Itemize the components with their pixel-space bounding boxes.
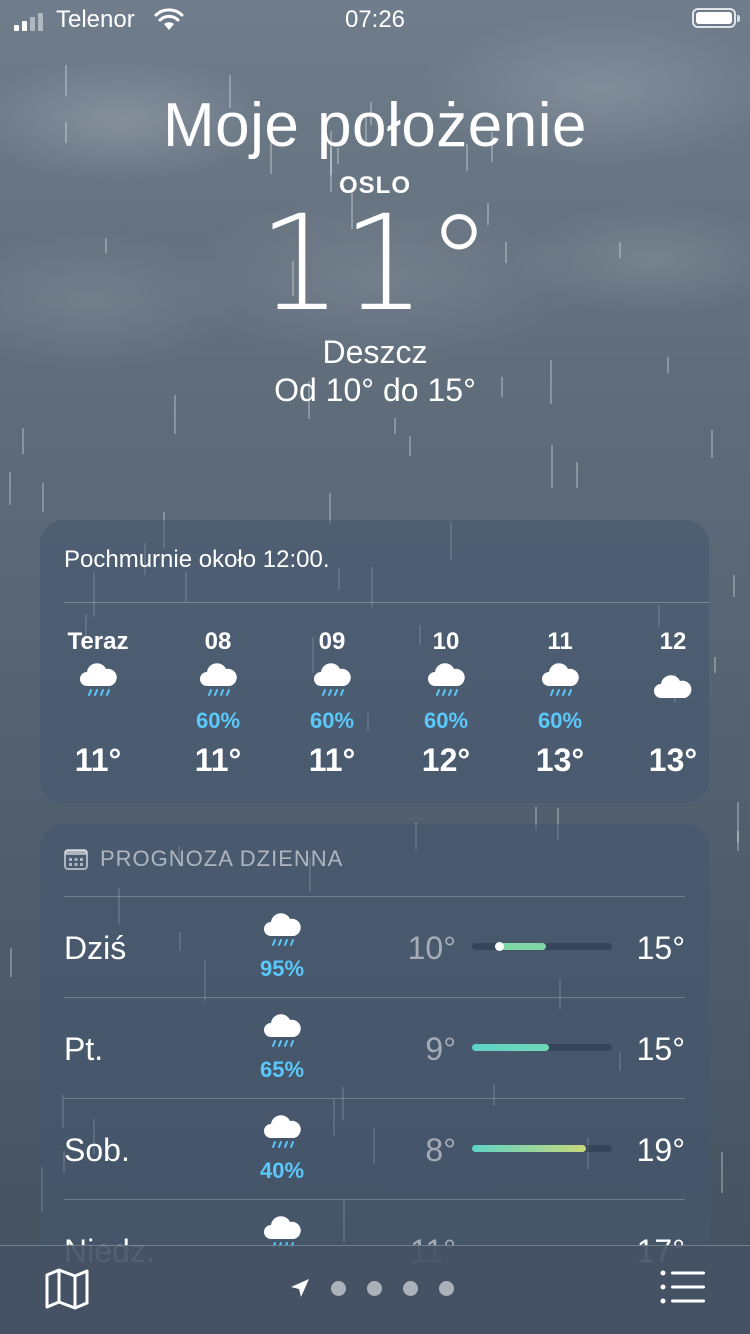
cloud-icon — [653, 672, 693, 712]
status-bar: Telenor 07:26 — [0, 0, 750, 40]
hour-temperature: 13° — [535, 742, 585, 778]
low-temperature: 9° — [425, 1031, 456, 1067]
list-icon[interactable] — [660, 1270, 706, 1304]
hour-label: 10 — [432, 628, 460, 655]
hourly-forecast-card[interactable]: Pochmurnie około 12:00. Teraz 11° 08 60%… — [40, 520, 709, 803]
hour-label: 12 — [659, 628, 687, 655]
high-temperature: 15° — [636, 1031, 685, 1067]
hour-label: 11 — [547, 628, 573, 655]
low-temperature: 10° — [407, 930, 456, 966]
precip-chance: 95% — [259, 956, 305, 981]
rain-cloud-icon — [198, 662, 238, 702]
precip-chance: 65% — [259, 1057, 305, 1082]
rain-cloud-icon — [540, 662, 580, 702]
page-dot[interactable] — [367, 1280, 382, 1296]
rain-cloud-icon — [262, 1013, 302, 1053]
high-temperature: 19° — [636, 1132, 685, 1168]
precip-chance: 60% — [195, 708, 241, 733]
rain-cloud-icon — [426, 662, 466, 702]
temperature-range: Od 10° do 15° — [274, 372, 476, 408]
hourly-summary: Pochmurnie około 12:00. — [64, 546, 330, 573]
status-time: 07:26 — [344, 6, 406, 33]
temperature-range-bar — [472, 942, 612, 951]
rain-cloud-icon — [312, 662, 352, 702]
day-label: Sob. — [64, 1132, 130, 1168]
location-arrow-icon — [291, 1279, 309, 1297]
rain-cloud-icon — [78, 662, 118, 702]
daily-forecast-title: PROGNOZA DZIENNA — [100, 846, 344, 871]
day-label: Pt. — [64, 1031, 104, 1067]
hour-label: Teraz — [67, 628, 129, 655]
hour-temperature: 11° — [74, 742, 122, 778]
location-title: Moje położenie — [162, 91, 588, 160]
hour-temperature: 11° — [194, 742, 242, 778]
hour-temperature: 12° — [421, 742, 471, 778]
daily-row[interactable]: Dziś 95% 10° 15° — [64, 896, 685, 996]
precip-chance: 60% — [423, 708, 469, 733]
daily-forecast-card[interactable]: PROGNOZA DZIENNA Dziś 95% 10° 15° Pt. 65… — [40, 824, 709, 1304]
hour-temperature: 11° — [308, 742, 356, 778]
daily-forecast-header: PROGNOZA DZIENNA — [64, 846, 343, 872]
high-temperature: 15° — [636, 930, 685, 966]
current-temperature: 11° — [258, 187, 492, 341]
rain-cloud-icon — [262, 912, 302, 952]
hour-label: 08 — [204, 628, 232, 655]
precip-chance: 60% — [537, 708, 583, 733]
bottom-toolbar — [0, 1245, 750, 1334]
rain-cloud-icon — [262, 1114, 302, 1154]
divider — [64, 602, 709, 603]
low-temperature: 8° — [425, 1132, 456, 1168]
precip-chance: 40% — [259, 1158, 305, 1183]
hour-label: 09 — [318, 628, 346, 655]
precip-chance: 60% — [309, 708, 355, 733]
page-dot[interactable] — [331, 1280, 346, 1296]
hour-temperature: 13° — [648, 742, 698, 778]
map-icon[interactable] — [44, 1268, 90, 1310]
page-indicator[interactable] — [290, 1278, 454, 1298]
battery-icon — [692, 8, 740, 28]
temperature-range-bar — [472, 1145, 612, 1152]
current-temp-dot — [495, 942, 504, 951]
weather-condition: Deszcz — [322, 334, 428, 370]
page-dot[interactable] — [403, 1280, 418, 1296]
daily-row[interactable]: Pt. 65% 9° 15° — [64, 997, 685, 1097]
day-label: Dziś — [64, 930, 127, 966]
page-dot[interactable] — [439, 1280, 454, 1296]
daily-row[interactable]: Sob. 40% 8° 19° — [64, 1098, 685, 1198]
temperature-range-bar — [472, 1044, 612, 1051]
calendar-icon — [64, 849, 88, 870]
